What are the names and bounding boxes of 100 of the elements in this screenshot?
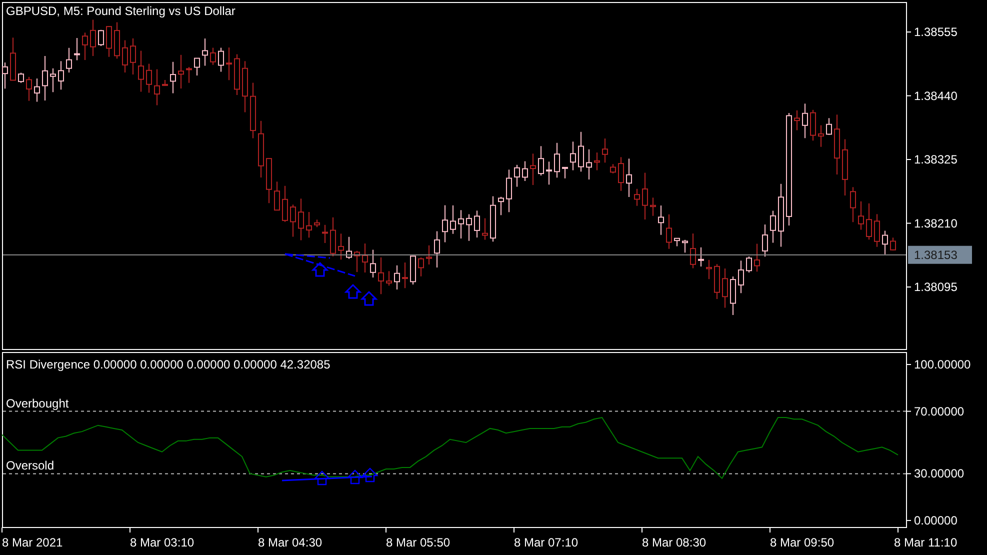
candlestick	[186, 66, 192, 84]
candlestick	[658, 205, 664, 236]
candlestick	[818, 124, 824, 148]
candlestick	[82, 32, 88, 60]
candlestick	[834, 114, 840, 175]
level-label: Oversold	[6, 458, 54, 473]
candlestick	[738, 260, 744, 294]
candlestick	[570, 141, 576, 171]
candlestick	[498, 196, 504, 216]
candlestick	[866, 202, 872, 240]
candlestick	[394, 264, 400, 290]
time-label: 8 Mar 05:50	[386, 536, 450, 550]
candlestick	[650, 197, 656, 216]
candlestick	[298, 198, 304, 241]
indicator-title: RSI Divergence 0.00000 0.00000 0.00000 0.00000 42.32085	[6, 358, 330, 372]
chart-title: GBPUSD, M5: Pound Sterling vs US Dollar	[6, 4, 236, 18]
current-price-label: 1.38153	[908, 246, 972, 264]
candlestick	[282, 185, 288, 222]
price-label: 1.38210	[914, 216, 958, 230]
candlestick	[538, 146, 544, 176]
candlestick	[850, 186, 856, 223]
candlestick	[754, 243, 760, 272]
candlestick	[730, 276, 736, 316]
rsi-axis-label: 30.00000	[914, 466, 964, 481]
candlestick	[626, 158, 632, 198]
time-label: 8 Mar 2021	[2, 536, 63, 550]
candlestick	[426, 244, 432, 266]
candlestick	[882, 230, 888, 255]
price-label: 1.38440	[914, 88, 958, 103]
price-label: 1.38555	[914, 25, 958, 39]
candlestick	[522, 160, 528, 182]
candlestick	[138, 50, 144, 92]
candlestick	[306, 212, 312, 238]
up-arrow-icon	[360, 290, 378, 306]
candlestick	[122, 40, 128, 73]
candlestick	[506, 169, 512, 213]
candlestick	[10, 37, 16, 82]
price-label: 1.38095	[914, 280, 958, 294]
candlestick	[418, 256, 424, 277]
candlestick	[154, 68, 160, 106]
candlestick	[202, 38, 208, 66]
candlestick	[106, 26, 112, 58]
up-arrow-icon	[344, 284, 362, 299]
candlestick	[746, 256, 752, 274]
candlestick	[690, 232, 696, 269]
up-arrow-icon	[311, 262, 329, 277]
candlestick	[826, 118, 832, 136]
candlestick	[682, 239, 688, 254]
candlestick	[802, 103, 808, 139]
candlestick	[874, 214, 880, 248]
time-label: 8 Mar 09:50	[770, 536, 834, 550]
candlestick	[674, 238, 680, 247]
candlestick	[466, 214, 472, 242]
candlestick	[290, 204, 296, 238]
candlestick	[490, 196, 496, 242]
candlestick	[618, 156, 624, 192]
candlestick	[722, 268, 728, 308]
candlestick	[58, 60, 64, 90]
candlestick	[770, 210, 776, 244]
candlestick	[794, 110, 800, 131]
candlestick	[482, 218, 488, 240]
candlestick	[842, 138, 848, 196]
candlestick	[386, 270, 392, 286]
candlestick	[178, 54, 184, 89]
time-label: 8 Mar 04:30	[258, 536, 322, 550]
candlestick	[450, 204, 456, 234]
candlestick	[594, 152, 600, 171]
candlestick	[250, 82, 256, 139]
candlestick	[34, 78, 40, 102]
candlestick	[194, 58, 200, 76]
price-label: 1.38325	[914, 152, 958, 166]
candlestick	[546, 161, 552, 186]
candlestick	[66, 47, 72, 74]
level-label: Overbought	[6, 396, 69, 410]
candlestick	[666, 214, 672, 250]
candlestick	[18, 72, 24, 84]
candlestick	[234, 54, 240, 96]
candlestick	[226, 47, 232, 81]
candlestick	[330, 216, 336, 257]
candlestick	[314, 219, 320, 228]
time-label: 8 Mar 07:10	[514, 536, 578, 550]
candlestick	[698, 246, 704, 267]
candlestick	[442, 204, 448, 243]
candlestick	[634, 188, 640, 206]
candlestick	[514, 164, 520, 188]
candlestick	[586, 148, 592, 180]
candlestick	[810, 109, 816, 142]
candlestick	[642, 172, 648, 220]
candlestick	[266, 158, 272, 204]
candlestick	[378, 256, 384, 295]
time-label: 8 Mar 11:10	[894, 536, 958, 550]
candlestick	[474, 210, 480, 238]
candlestick	[346, 236, 352, 260]
candlestick	[370, 249, 376, 278]
candlestick	[434, 230, 440, 268]
candlestick	[858, 200, 864, 230]
candlestick	[530, 153, 536, 186]
candlestick	[26, 76, 32, 102]
candlestick	[554, 142, 560, 178]
candlestick	[114, 22, 120, 60]
